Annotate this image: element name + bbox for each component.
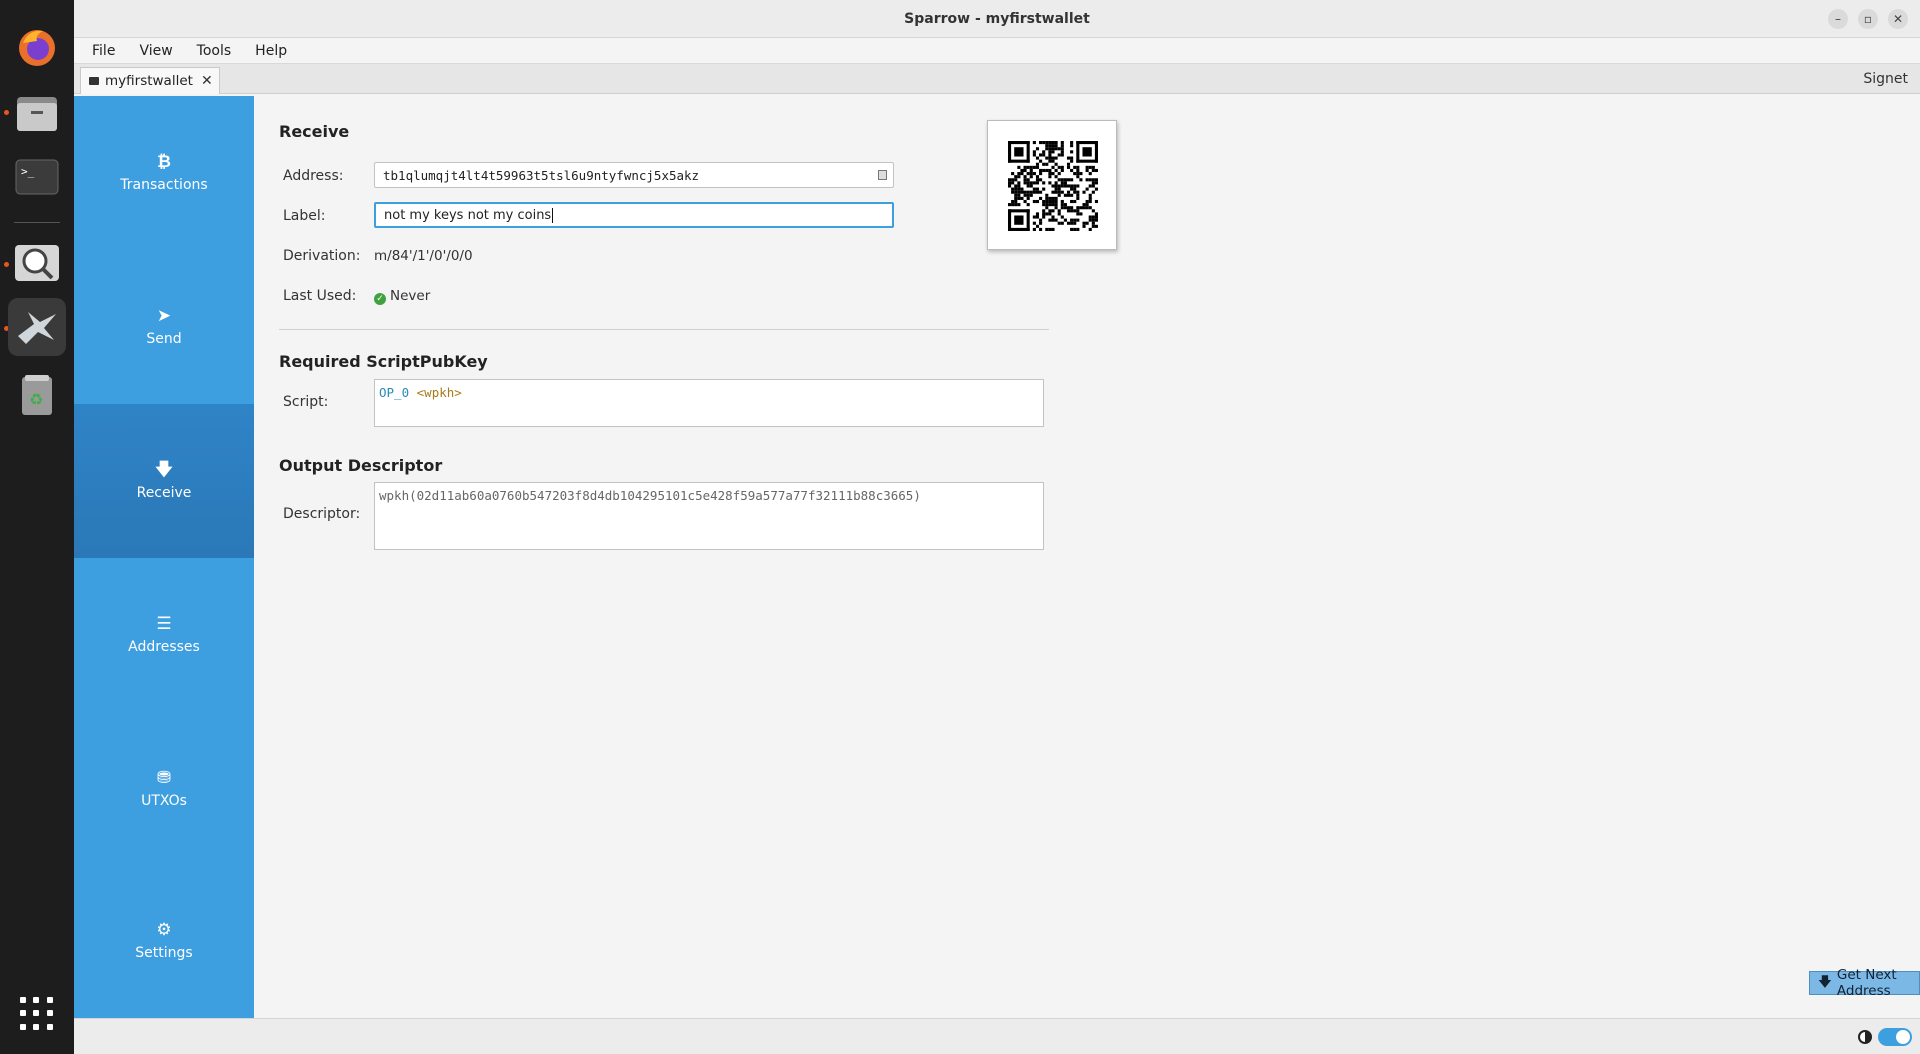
paper-plane-icon: ➤ [156, 305, 172, 326]
derivation-value: m/84'/1'/0'/0/0 [374, 248, 473, 264]
descriptor-value: wpkh(02d11ab60a0760b547203f8d4db10429510… [379, 488, 921, 503]
get-next-address-label: Get Next Address [1836, 967, 1897, 999]
tab-label: myfirstwallet [105, 73, 193, 89]
ubuntu-dock: >_ ♻ [0, 0, 74, 1054]
menu-view[interactable]: View [139, 43, 172, 59]
sidebar-item-label: Receive [136, 484, 192, 501]
wallet-icon [89, 77, 99, 85]
arrow-down-icon: 🡇 [155, 459, 173, 480]
sidebar-item-label: Settings [135, 944, 193, 961]
tab-bar: myfirstwallet ✕ Signet [74, 64, 1920, 94]
script-field[interactable]: OP_0 <wpkh> [374, 379, 1044, 427]
tab-close-icon[interactable]: ✕ [201, 73, 213, 89]
tor-status-icon[interactable] [1858, 1030, 1872, 1044]
sidebar-item-label: Transactions [120, 176, 208, 193]
status-bar [74, 1018, 1920, 1054]
files-icon[interactable] [8, 84, 66, 142]
svg-text:♻: ♻ [29, 390, 43, 409]
tab-myfirstwallet[interactable]: myfirstwallet ✕ [80, 67, 220, 94]
menu-bar: File View Tools Help [74, 38, 1920, 64]
trash-icon[interactable]: ♻ [8, 366, 66, 424]
firefox-icon[interactable] [8, 18, 66, 76]
section-divider [279, 329, 1049, 330]
arrow-down-icon: 🡇 [1818, 973, 1832, 990]
sidebar-item-addresses[interactable]: ☰ Addresses [74, 558, 254, 712]
scriptpubkey-title: Required ScriptPubKey [279, 352, 488, 371]
descriptor-label: Descriptor: [283, 506, 361, 522]
last-used-label: Last Used: [283, 288, 357, 304]
text-caret [552, 207, 554, 223]
gear-icon: ⚙ [156, 919, 172, 940]
maximize-button[interactable]: ▫ [1858, 9, 1878, 29]
window-title: Sparrow - myfirstwallet [904, 10, 1090, 27]
script-op: OP_0 [379, 385, 410, 400]
menu-file[interactable]: File [92, 43, 115, 59]
address-value: tb1qlumqjt4lt4t59963t5tsl6u9ntyfwncj5x5a… [383, 167, 700, 183]
qr-code-icon [1008, 141, 1098, 231]
server-connection-toggle[interactable] [1878, 1028, 1912, 1046]
sidebar-item-send[interactable]: ➤ Send [74, 250, 254, 404]
minimize-button[interactable]: – [1828, 9, 1848, 29]
last-used-status: ✓ Never [374, 288, 430, 305]
bitcoin-icon: ₿ [157, 151, 171, 172]
label-label: Label: [283, 208, 326, 224]
qr-code[interactable] [987, 120, 1117, 250]
terminal-icon[interactable]: >_ [8, 148, 66, 206]
get-next-address-button[interactable]: 🡇 Get Next Address [1809, 967, 1920, 999]
title-bar: Sparrow - myfirstwallet – ▫ ✕ [74, 0, 1920, 38]
derivation-label: Derivation: [283, 248, 361, 264]
show-apps-icon[interactable] [20, 997, 54, 1031]
menu-help[interactable]: Help [255, 43, 287, 59]
sidebar-item-label: Send [146, 330, 182, 347]
svg-text:>_: >_ [21, 165, 35, 178]
copy-icon[interactable] [878, 170, 887, 180]
sidebar-item-transactions[interactable]: ₿ Transactions [74, 96, 254, 250]
coins-icon: ⛃ [156, 767, 172, 788]
check-circle-icon: ✓ [374, 293, 386, 305]
menu-tools[interactable]: Tools [197, 43, 232, 59]
descriptor-field[interactable]: wpkh(02d11ab60a0760b547203f8d4db10429510… [374, 482, 1044, 550]
network-label: Signet [1863, 71, 1908, 87]
last-used-value: Never [390, 288, 431, 304]
app-window: Sparrow - myfirstwallet – ▫ ✕ File View … [74, 0, 1920, 1054]
descriptor-title: Output Descriptor [279, 456, 443, 475]
script-param: <wpkh> [416, 385, 462, 400]
sidebar: ₿ Transactions ➤ Send 🡇 Receive ☰ Addres… [74, 96, 254, 1018]
sparrow-app-icon[interactable] [8, 298, 66, 356]
receive-title: Receive [279, 122, 350, 141]
close-button[interactable]: ✕ [1888, 9, 1908, 29]
sidebar-item-utxos[interactable]: ⛃ UTXOs [74, 712, 254, 866]
address-field[interactable]: tb1qlumqjt4lt4t59963t5tsl6u9ntyfwncj5x5a… [374, 162, 894, 188]
script-label: Script: [283, 394, 329, 410]
magnifier-icon[interactable] [8, 234, 66, 292]
sidebar-item-label: Addresses [128, 638, 200, 655]
label-value: not my keys not my coins [384, 207, 552, 223]
address-label: Address: [283, 168, 344, 184]
sidebar-item-settings[interactable]: ⚙ Settings [74, 864, 254, 1018]
sidebar-item-label: UTXOs [141, 792, 187, 809]
list-icon: ☰ [156, 613, 172, 634]
sidebar-item-receive[interactable]: 🡇 Receive [74, 404, 254, 558]
label-input[interactable]: not my keys not my coins [374, 202, 894, 228]
receive-panel: Receive Address: tb1qlumqjt4lt4t59963t5t… [254, 96, 1920, 1018]
